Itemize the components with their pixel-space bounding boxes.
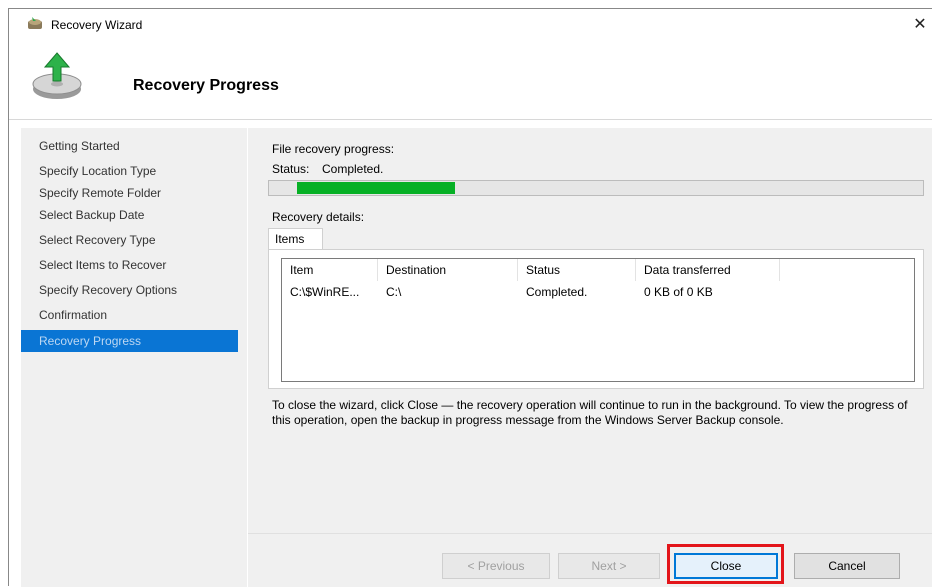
recovery-wizard-app-icon (27, 17, 45, 31)
recovery-wizard-window: Recovery Wizard ✕ Recovery Progress Gett… (8, 8, 932, 587)
progress-heading: File recovery progress: (272, 142, 395, 156)
tab-items[interactable]: Items (268, 228, 323, 250)
nav-item-specify-recovery-options: Specify Recovery Options (39, 283, 178, 297)
footer-divider (248, 533, 932, 534)
header-divider (9, 119, 932, 120)
table-row-destination: C:\ (386, 285, 402, 299)
details-heading: Recovery details: (272, 210, 365, 224)
close-window-icon[interactable]: ✕ (908, 15, 932, 35)
cancel-button[interactable]: Cancel (794, 553, 900, 579)
status-value: Completed. (322, 162, 384, 176)
nav-item-recovery-progress: Recovery Progress (21, 330, 238, 352)
wizard-header: Recovery Progress (9, 39, 932, 119)
table-row-item[interactable]: C:\$WinRE... (282, 282, 378, 302)
nav-item-getting-started: Getting Started (39, 139, 120, 153)
table-row-data-transferred: 0 KB of 0 KB (644, 285, 713, 299)
column-header-status[interactable]: Status (518, 259, 636, 281)
backup-recovery-icon (29, 51, 85, 107)
nav-item-specify-remote-folder: Specify Remote Folder (39, 186, 162, 200)
progress-bar-fill (297, 182, 455, 194)
nav-item-select-items-to-recover: Select Items to Recover (39, 258, 167, 272)
recovery-items-list[interactable]: Item Destination Status Data transferred… (281, 258, 915, 382)
wizard-content: File recovery progress: Status: Complete… (248, 128, 932, 587)
page-title: Recovery Progress (133, 77, 279, 94)
column-header-data-transferred[interactable]: Data transferred (636, 259, 780, 281)
nav-item-select-recovery-type: Select Recovery Type (39, 233, 156, 247)
nav-item-specify-location-type: Specify Location Type (39, 164, 157, 178)
close-instructions-text: To close the wizard, click Close — the r… (272, 398, 908, 427)
items-tab-panel: Item Destination Status Data transferred… (268, 249, 924, 389)
previous-button[interactable]: < Previous (442, 553, 550, 579)
table-row-status: Completed. (526, 285, 588, 299)
recovery-progress-bar (268, 180, 924, 196)
nav-item-confirmation: Confirmation (39, 308, 108, 322)
status-label: Status: (272, 162, 310, 176)
column-header-item[interactable]: Item (282, 259, 378, 281)
close-button-highlight (667, 544, 784, 584)
nav-item-select-backup-date: Select Backup Date (39, 208, 145, 222)
column-header-destination[interactable]: Destination (378, 259, 518, 281)
wizard-step-list: Getting Started Specify Location Type Sp… (21, 128, 247, 587)
title-bar: Recovery Wizard ✕ (9, 9, 932, 39)
window-title: Recovery Wizard (51, 18, 143, 32)
next-button[interactable]: Next > (558, 553, 660, 579)
